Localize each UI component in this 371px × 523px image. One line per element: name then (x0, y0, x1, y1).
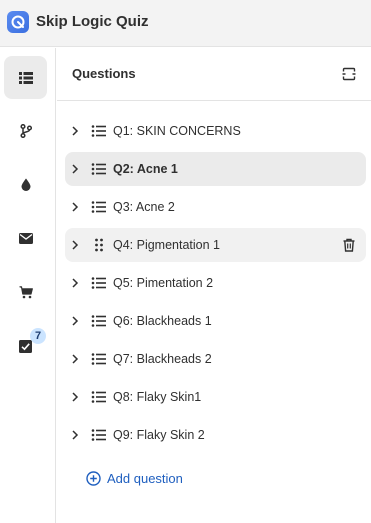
chevron-right-icon[interactable] (69, 429, 81, 441)
question-row[interactable]: Q6: Blackheads 1 (65, 304, 366, 338)
list-icon (91, 353, 106, 365)
expand-collapse-icon (342, 67, 356, 81)
trash-icon[interactable] (341, 237, 357, 253)
question-row[interactable]: Q5: Pimentation 2 (65, 266, 366, 300)
list-icon (91, 125, 106, 137)
checkbox-icon (19, 340, 32, 353)
question-row-selected[interactable]: Q2: Acne 1 (65, 152, 366, 186)
rail-tasks-button[interactable]: 7 (4, 325, 47, 368)
questions-list-icon (18, 71, 33, 84)
title-bar: Skip Logic Quiz (0, 0, 371, 47)
question-label: Q6: Blackheads 1 (113, 314, 212, 328)
branch-logic-icon (19, 123, 32, 138)
question-label: Q5: Pimentation 2 (113, 276, 214, 290)
drop-icon (21, 178, 30, 191)
tasks-badge: 7 (30, 328, 46, 344)
question-row[interactable]: Q3: Acne 2 (65, 190, 366, 224)
questions-panel: Questions Q1: SKIN CONCERNS Q2: Acne 1 Q… (57, 48, 371, 523)
envelope-icon (18, 233, 33, 244)
chevron-right-icon[interactable] (69, 277, 81, 289)
add-question-button[interactable]: Add question (86, 468, 183, 488)
list-icon (91, 315, 106, 327)
add-question-label: Add question (107, 470, 183, 486)
chevron-right-icon[interactable] (69, 201, 81, 213)
question-row[interactable]: Q7: Blackheads 2 (65, 342, 366, 376)
list-icon (91, 277, 106, 289)
rail-email-button[interactable] (4, 217, 47, 260)
question-label: Q4: Pigmentation 1 (113, 238, 221, 252)
drag-handle-icon[interactable] (91, 238, 107, 252)
question-row[interactable]: Q8: Flaky Skin1 (65, 380, 366, 414)
question-label: Q8: Flaky Skin1 (113, 390, 202, 404)
chevron-right-icon[interactable] (69, 125, 81, 137)
question-label: Q7: Blackheads 2 (113, 352, 212, 366)
chevron-right-icon[interactable] (69, 353, 81, 365)
list-icon (91, 201, 106, 213)
rail-drop-button[interactable] (4, 163, 47, 206)
chevron-right-icon[interactable] (69, 315, 81, 327)
list-icon (91, 163, 106, 175)
app-title: Skip Logic Quiz (36, 13, 149, 30)
cart-icon (19, 286, 33, 299)
chevron-right-icon[interactable] (69, 163, 81, 175)
list-icon (91, 429, 106, 441)
rail-logic-button[interactable] (4, 109, 47, 152)
question-label: Q1: SKIN CONCERNS (113, 124, 241, 138)
question-row[interactable]: Q1: SKIN CONCERNS (65, 114, 366, 148)
chevron-right-icon[interactable] (69, 391, 81, 403)
panel-title: Questions (72, 66, 136, 81)
rail-cart-button[interactable] (4, 271, 47, 314)
list-icon (91, 391, 106, 403)
question-row-hovered[interactable]: Q4: Pigmentation 1 (65, 228, 366, 262)
question-label: Q9: Flaky Skin 2 (113, 428, 205, 442)
plus-circle-icon (86, 470, 101, 486)
panel-divider (57, 100, 371, 101)
question-label: Q2: Acne 1 (113, 162, 178, 176)
question-row[interactable]: Q9: Flaky Skin 2 (65, 418, 366, 452)
chevron-right-icon[interactable] (69, 239, 81, 251)
expand-collapse-button[interactable] (339, 64, 359, 84)
sidebar-rail: 7 (0, 48, 56, 523)
app-logo-icon (7, 11, 29, 33)
rail-questions-button[interactable] (4, 56, 47, 99)
question-label: Q3: Acne 2 (113, 200, 175, 214)
